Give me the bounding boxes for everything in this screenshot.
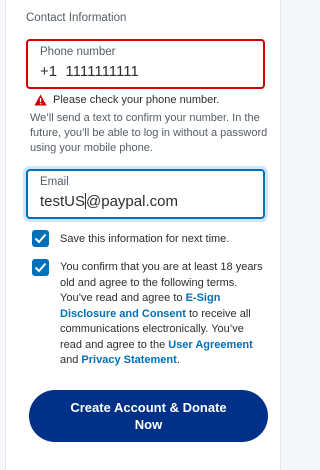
- phone-error-text: Please check your phone number.: [53, 94, 220, 106]
- privacy-statement-link[interactable]: Privacy Statement: [81, 354, 176, 366]
- email-label: Email: [40, 176, 69, 188]
- agreement-text-part: .: [176, 354, 180, 366]
- save-info-label: Save this information for next time.: [60, 233, 230, 245]
- checkmark-icon: [34, 262, 47, 273]
- phone-number-field[interactable]: Phone number +1 1111111111: [26, 39, 265, 89]
- checkmark-icon: [34, 233, 47, 244]
- user-agreement-link[interactable]: User Agreement: [168, 339, 253, 351]
- email-value-start: testUS: [40, 193, 86, 210]
- warning-icon: [34, 94, 47, 106]
- contact-form-card: Contact Information Phone number +1 1111…: [5, 0, 281, 470]
- phone-error-message: Please check your phone number.: [34, 93, 219, 107]
- phone-number-value[interactable]: +1 1111111111: [40, 63, 139, 80]
- create-account-donate-button[interactable]: Create Account & Donate Now: [29, 390, 268, 442]
- email-value-end: @paypal.com: [86, 193, 178, 210]
- agreement-text-part: and: [60, 354, 82, 366]
- agreement-text-part: You confirm that you are at least 18 yea…: [60, 261, 263, 304]
- save-info-checkbox[interactable]: [32, 230, 49, 247]
- phone-helper-text: We’ll send a text to confirm your number…: [30, 112, 268, 154]
- agreement-text: You confirm that you are at least 18 yea…: [60, 260, 264, 369]
- email-value[interactable]: testUS@paypal.com: [40, 193, 178, 210]
- agreement-checkbox[interactable]: [32, 259, 49, 276]
- phone-number-label: Phone number: [40, 46, 116, 58]
- email-field[interactable]: Email testUS@paypal.com: [26, 169, 265, 219]
- section-title: Contact Information: [26, 12, 127, 24]
